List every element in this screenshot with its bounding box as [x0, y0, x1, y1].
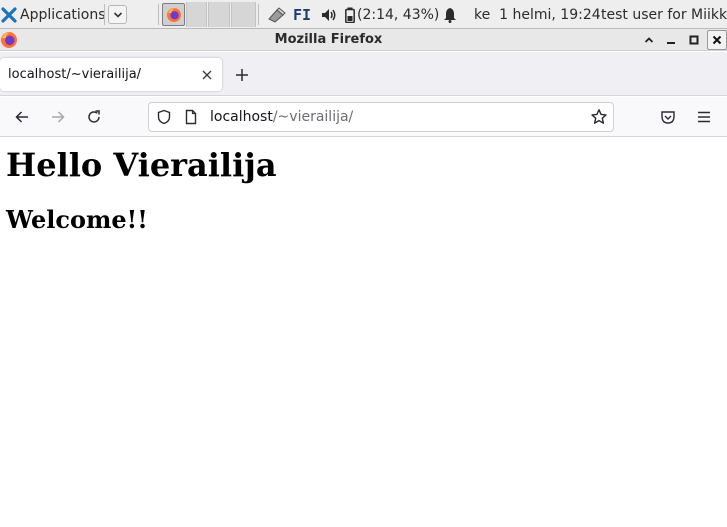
maximize-icon — [689, 35, 699, 45]
minimize-icon — [666, 35, 676, 45]
applications-menu-button[interactable]: Applications ∷ — [0, 0, 115, 29]
battery-indicator[interactable]: (2:14, 43%) — [345, 0, 439, 29]
panel-separator — [158, 4, 159, 25]
panel-separator — [104, 4, 105, 25]
notifications-bell-icon[interactable] — [443, 0, 457, 29]
window-list-dropdown-button[interactable] — [108, 5, 127, 24]
window-titlebar[interactable]: Mozilla Firefox — [0, 29, 727, 51]
pocket-icon — [660, 109, 676, 125]
user-menu[interactable]: test user for Miikka — [601, 0, 727, 29]
close-icon — [202, 70, 212, 80]
close-icon — [712, 35, 722, 45]
page-heading: Hello Vierailija — [6, 146, 277, 184]
new-tab-button[interactable] — [231, 64, 253, 86]
arrow-right-icon — [50, 109, 66, 125]
workspace-3[interactable] — [231, 2, 256, 27]
desktop-panel: Applications ∷ FI — [0, 0, 727, 29]
workspace-1[interactable] — [186, 2, 207, 27]
applications-label: Applications — [20, 6, 106, 23]
forward-button[interactable] — [46, 105, 70, 129]
page-content: Hello Vierailija Welcome!! — [0, 138, 727, 527]
reload-icon — [86, 109, 102, 125]
page-info-icon[interactable] — [183, 109, 199, 125]
volume-icon[interactable] — [320, 0, 338, 29]
window-maximize-button[interactable] — [684, 30, 704, 50]
url-text[interactable]: localhost/~vierailija/ — [210, 103, 353, 131]
bookmark-star-icon[interactable] — [590, 108, 608, 126]
back-button[interactable] — [10, 105, 34, 129]
hamburger-menu-icon — [696, 109, 712, 125]
pocket-button[interactable] — [656, 105, 680, 129]
plus-icon — [235, 68, 249, 82]
url-path: /~vierailija/ — [272, 109, 354, 125]
panel-separator — [258, 4, 259, 25]
window-minimize-button[interactable] — [661, 30, 681, 50]
tab-strip: localhost/~vierailija/ — [0, 52, 727, 96]
window-close-button[interactable] — [707, 30, 727, 50]
hamburger-menu-button[interactable] — [692, 105, 716, 129]
window-title: Mozilla Firefox — [274, 32, 383, 47]
tab-localhost[interactable]: localhost/~vierailija/ — [0, 58, 222, 91]
chevron-down-icon — [113, 11, 123, 19]
taskbar-firefox-button[interactable] — [162, 3, 185, 26]
shield-icon[interactable] — [156, 109, 172, 125]
workspace-2[interactable] — [208, 2, 230, 27]
chevron-up-icon — [644, 36, 654, 44]
navigation-toolbar: localhost/~vierailija/ — [0, 97, 727, 137]
url-host: localhost — [210, 109, 273, 125]
firefox-icon — [166, 7, 182, 23]
reload-button[interactable] — [82, 105, 106, 129]
battery-status-text: (2:14, 43%) — [357, 6, 440, 23]
usb-device-icon[interactable] — [266, 0, 286, 29]
battery-icon — [345, 7, 355, 23]
url-bar[interactable]: localhost/~vierailija/ — [148, 102, 614, 132]
tab-title: localhost/~vierailija/ — [8, 67, 142, 82]
page-subheading: Welcome!! — [6, 205, 148, 234]
clock[interactable]: ke 1 helmi, 19:24 — [474, 0, 601, 29]
window-shade-button[interactable] — [639, 30, 659, 50]
xfce-logo-icon — [1, 6, 17, 23]
keyboard-layout-indicator[interactable]: FI — [293, 0, 311, 29]
arrow-left-icon — [14, 109, 30, 125]
tab-close-button[interactable] — [198, 66, 216, 84]
